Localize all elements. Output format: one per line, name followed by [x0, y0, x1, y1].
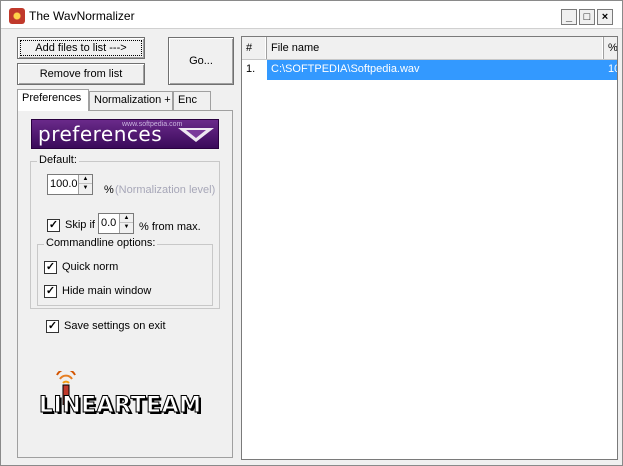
main-window: The WavNormalizer _ □ × Add files to lis… [0, 0, 623, 466]
skip-if-label: Skip if [65, 219, 95, 231]
skip-spinner-arrows[interactable]: ▲ ▼ [119, 214, 133, 233]
logo-text: LINEARTEAM [39, 393, 202, 419]
file-list[interactable]: # File name % 1. C:\SOFTPEDIA\Softpedia.… [241, 36, 618, 460]
hide-main-window-checkbox[interactable]: ✓ [44, 285, 57, 298]
spin-up-icon[interactable]: ▲ [79, 175, 92, 184]
preferences-banner: preferences www.softpedia.com [31, 119, 219, 149]
column-number[interactable]: # [242, 37, 267, 59]
normalization-level-spinner[interactable]: 100.0 ▲ ▼ [47, 174, 93, 195]
normalization-level-value: 100.0 [50, 178, 78, 190]
save-settings-checkbox[interactable]: ✓ [46, 320, 59, 333]
column-percent[interactable]: % [604, 37, 617, 59]
skip-threshold-value: 0.0 [101, 217, 117, 229]
banner-watermark: www.softpedia.com [122, 121, 183, 128]
normalization-hint: (Normalization level) [115, 184, 216, 196]
normalization-spinner-arrows[interactable]: ▲ ▼ [78, 175, 92, 194]
spin-up-icon[interactable]: ▲ [120, 214, 133, 223]
skip-suffix: % from max. [139, 221, 201, 233]
tab-encoding[interactable]: Enc [173, 91, 211, 111]
file-list-header: # File name % [242, 37, 617, 60]
preferences-panel: preferences www.softpedia.com Default: 1… [17, 110, 233, 458]
go-button[interactable]: Go... [168, 37, 234, 85]
table-row[interactable]: 1. C:\SOFTPEDIA\Softpedia.wav 10 [242, 60, 617, 80]
quick-norm-label: Quick norm [62, 261, 119, 273]
row-number: 1. [246, 63, 256, 75]
skip-threshold-spinner[interactable]: 0.0 ▲ ▼ [98, 213, 134, 234]
title-bar[interactable]: The WavNormalizer _ □ × [1, 1, 622, 29]
hide-main-window-label: Hide main window [62, 285, 152, 297]
commandline-group-label: Commandline options: [44, 237, 158, 249]
spin-down-icon[interactable]: ▼ [120, 223, 133, 232]
app-icon[interactable] [9, 8, 25, 24]
minimize-button[interactable]: _ [561, 9, 577, 25]
quick-norm-checkbox[interactable]: ✓ [44, 261, 57, 274]
skip-if-checkbox[interactable]: ✓ [47, 219, 60, 232]
linearteam-logo: LINEARTEAM [39, 371, 219, 421]
save-settings-label: Save settings on exit [64, 320, 166, 332]
column-file-name[interactable]: File name [267, 37, 604, 59]
spin-down-icon[interactable]: ▼ [79, 184, 92, 193]
row-file-name: C:\SOFTPEDIA\Softpedia.wav [267, 60, 604, 80]
chevron-down-icon [178, 128, 214, 142]
tab-preferences[interactable]: Preferences [17, 89, 89, 111]
tab-normalization[interactable]: Normalization + [89, 91, 173, 111]
maximize-button[interactable]: □ [579, 9, 595, 25]
default-group: Default: 100.0 ▲ ▼ % (Normalization leve… [30, 154, 220, 309]
remove-from-list-button[interactable]: Remove from list [17, 63, 145, 85]
commandline-group: Commandline options: ✓ Quick norm ✓ Hide… [37, 237, 213, 306]
normalization-unit: % [104, 184, 114, 196]
close-button[interactable]: × [597, 9, 613, 25]
default-group-label: Default: [37, 154, 79, 166]
add-files-button[interactable]: Add files to list ---> [17, 37, 145, 59]
window-title: The WavNormalizer [29, 9, 135, 23]
row-percent: 10 [604, 60, 617, 80]
